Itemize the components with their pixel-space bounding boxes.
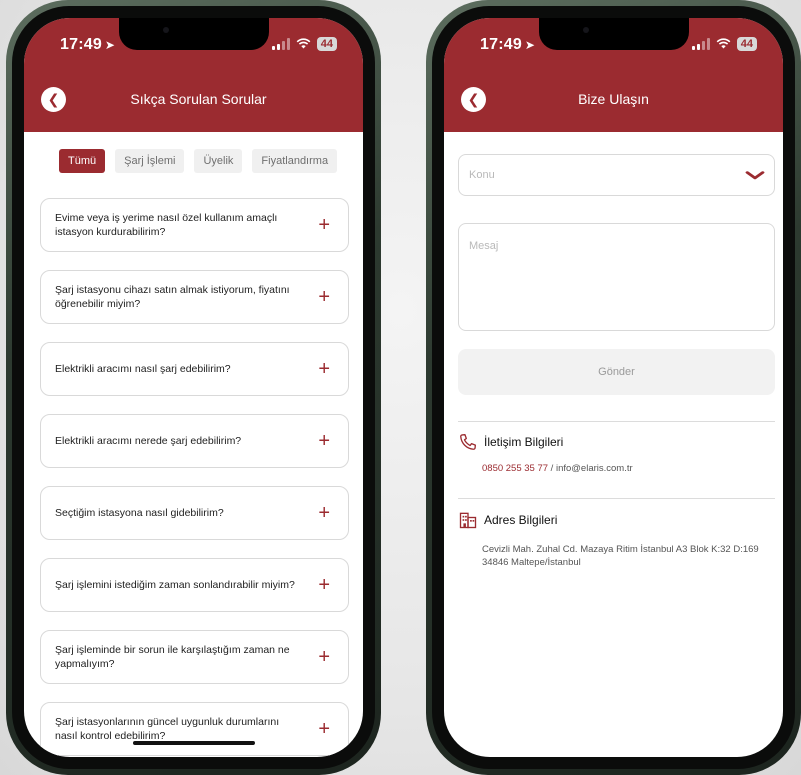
contact-screen: 17:49 ➤ 44 ❮ Bize Ulaşın Konu Mesaj Gönd… xyxy=(444,18,783,757)
camera xyxy=(162,27,169,33)
phone-frame-faq: 17:49 ➤ 44 ❮ Sıkça Sorulan Sorular Tümü Ş… xyxy=(6,0,381,775)
faq-question: Şarj işleminde bir sorun ile karşılaştığ… xyxy=(55,644,290,670)
notch xyxy=(118,18,269,50)
status-icons: 44 xyxy=(691,37,757,51)
contact-line: 0850 255 35 77 / info@elaris.com.tr xyxy=(482,463,633,474)
home-indicator[interactable] xyxy=(132,741,255,745)
faq-item[interactable]: Evime veya iş yerime nasıl özel kullanım… xyxy=(40,198,349,252)
phone-frame-contact: 17:49 ➤ 44 ❮ Bize Ulaşın Konu Mesaj Gönd… xyxy=(426,0,801,775)
plus-icon[interactable]: + xyxy=(318,359,330,379)
contact-info-header: İletişim Bilgileri xyxy=(458,432,563,452)
building-icon xyxy=(458,510,478,530)
subject-placeholder: Konu xyxy=(469,169,495,181)
contact-separator: / xyxy=(548,463,556,474)
plus-icon[interactable]: + xyxy=(318,647,330,667)
subject-select[interactable]: Konu xyxy=(458,154,775,196)
category-tabs: Tümü Şarj İşlemi Üyelik Fiyatlandırma xyxy=(59,149,338,173)
wifi-icon xyxy=(296,38,311,50)
divider xyxy=(458,421,775,422)
faq-question: Evime veya iş yerime nasıl özel kullanım… xyxy=(55,212,278,238)
battery-indicator: 44 xyxy=(736,37,757,51)
faq-question: Seçtiğim istasyona nasıl gidebilirim? xyxy=(55,507,224,519)
phone-bezel: 17:49 ➤ 44 ❮ Sıkça Sorulan Sorular Tümü Ş… xyxy=(12,6,375,769)
divider xyxy=(458,498,775,499)
location-arrow-icon: ➤ xyxy=(104,38,116,52)
message-textarea[interactable]: Mesaj xyxy=(458,223,775,331)
signal-icon xyxy=(691,38,710,50)
notch xyxy=(538,18,689,50)
faq-question: Elektrikli aracımı nasıl şarj edebilirim… xyxy=(55,363,231,375)
contact-header: 17:49 ➤ 44 ❮ Bize Ulaşın xyxy=(444,18,783,132)
faq-question: Elektrikli aracımı nerede şarj edebiliri… xyxy=(55,435,242,447)
faq-item[interactable]: Elektrikli aracımı nasıl şarj edebilirim… xyxy=(40,342,349,396)
tab-all[interactable]: Tümü xyxy=(59,149,106,173)
signal-icon xyxy=(271,38,290,50)
contact-info-title: İletişim Bilgileri xyxy=(484,435,564,449)
tab-pricing[interactable]: Fiyatlandırma xyxy=(252,149,338,173)
faq-item[interactable]: Elektrikli aracımı nerede şarj edebiliri… xyxy=(40,414,349,468)
address-info-header: Adres Bilgileri xyxy=(458,510,557,530)
page-title: Bize Ulaşın xyxy=(578,91,649,107)
page-title: Sıkça Sorulan Sorular xyxy=(130,91,267,107)
plus-icon[interactable]: + xyxy=(318,431,330,451)
plus-icon[interactable]: + xyxy=(318,719,330,739)
faq-item[interactable]: Şarj istasyonlarının güncel uygunluk dur… xyxy=(40,702,349,756)
faq-item[interactable]: Şarj işlemini istediğim zaman sonlandıra… xyxy=(40,558,349,612)
faq-header: 17:49 ➤ 44 ❮ Sıkça Sorulan Sorular xyxy=(24,18,363,132)
address-info-title: Adres Bilgileri xyxy=(484,513,558,527)
faq-screen: 17:49 ➤ 44 ❮ Sıkça Sorulan Sorular Tümü Ş… xyxy=(24,18,363,757)
phone-icon xyxy=(458,432,478,452)
plus-icon[interactable]: + xyxy=(318,503,330,523)
faq-item[interactable]: Seçtiğim istasyona nasıl gidebilirim? + xyxy=(40,486,349,540)
plus-icon[interactable]: + xyxy=(318,215,330,235)
plus-icon[interactable]: + xyxy=(318,287,330,307)
camera xyxy=(582,27,589,33)
status-time: 17:49 ➤ xyxy=(60,36,115,54)
faq-item[interactable]: Şarj istasyonu cihazı satın almak istiyo… xyxy=(40,270,349,324)
tab-charging[interactable]: Şarj İşlemi xyxy=(115,149,185,173)
tab-membership[interactable]: Üyelik xyxy=(194,149,243,173)
location-arrow-icon: ➤ xyxy=(524,38,536,52)
address-text: Cevizli Mah. Zuhal Cd. Mazaya Ritim İsta… xyxy=(482,544,759,568)
chevron-down-icon[interactable] xyxy=(745,167,765,183)
status-icons: 44 xyxy=(271,37,337,51)
faq-item[interactable]: Şarj işleminde bir sorun ile karşılaştığ… xyxy=(40,630,349,684)
plus-icon[interactable]: + xyxy=(318,575,330,595)
wifi-icon xyxy=(716,38,731,50)
status-time-text: 17:49 xyxy=(480,36,522,53)
message-placeholder: Mesaj xyxy=(469,240,499,252)
battery-indicator: 44 xyxy=(316,37,337,51)
faq-question: Şarj istasyonu cihazı satın almak istiyo… xyxy=(55,284,290,310)
faq-question: Şarj işlemini istediğim zaman sonlandıra… xyxy=(55,579,295,591)
status-time-text: 17:49 xyxy=(60,36,102,53)
faq-question: Şarj istasyonlarının güncel uygunluk dur… xyxy=(55,716,280,742)
faq-list: Evime veya iş yerime nasıl özel kullanım… xyxy=(40,198,349,757)
phone-bezel: 17:49 ➤ 44 ❮ Bize Ulaşın Konu Mesaj Gönd… xyxy=(432,6,795,769)
status-time: 17:49 ➤ xyxy=(480,36,535,54)
send-button[interactable]: Gönder xyxy=(458,349,775,395)
phone-link[interactable]: 0850 255 35 77 xyxy=(482,463,548,474)
email-link[interactable]: info@elaris.com.tr xyxy=(556,463,633,474)
